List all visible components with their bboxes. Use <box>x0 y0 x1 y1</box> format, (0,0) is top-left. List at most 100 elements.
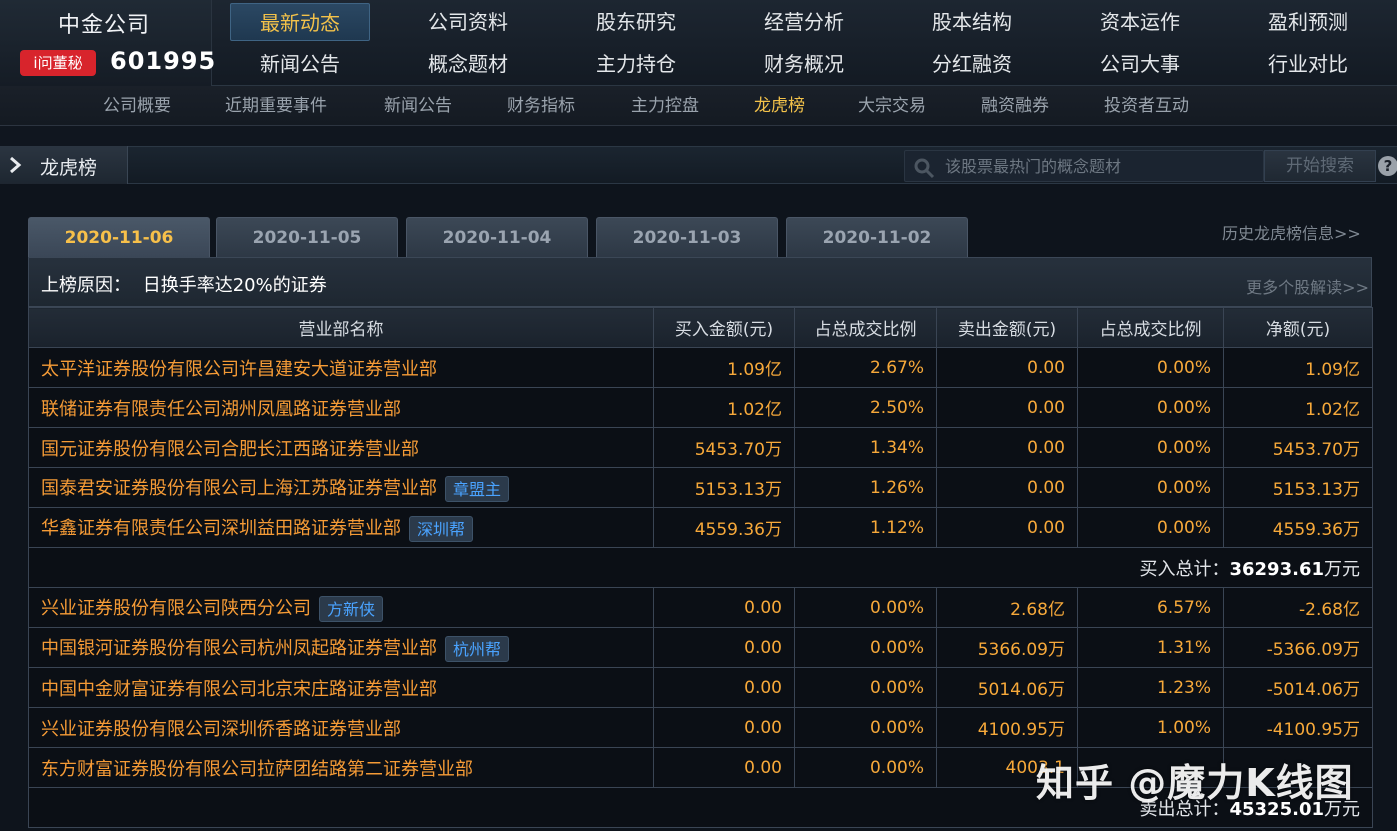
table-row: 华鑫证券有限责任公司深圳益田路证券营业部 深圳帮 4559.36万 1.12% 0… <box>28 507 1373 548</box>
nav-share-structure[interactable]: 股本结构 <box>902 3 1042 41</box>
start-search-button[interactable]: 开始搜索 <box>1264 150 1376 182</box>
sub-nav-main-control[interactable]: 主力控盘 <box>631 86 699 126</box>
nav-latest-news[interactable]: 最新动态 <box>230 3 370 41</box>
branch-name[interactable]: 兴业证券股份有限公司深圳侨香路证券营业部 <box>41 719 401 740</box>
sub-nav: 公司概要 近期重要事件 新闻公告 财务指标 主力控盘 龙虎榜 大宗交易 融资融券… <box>0 86 1397 126</box>
nav-main-holdings[interactable]: 主力持仓 <box>566 45 706 83</box>
nav-industry-compare[interactable]: 行业对比 <box>1238 45 1378 83</box>
col-buy-amount: 买入金额(元) <box>653 307 795 348</box>
nav-profit-forecast[interactable]: 盈利预测 <box>1238 3 1378 41</box>
branch-name-cell[interactable]: 国元证券股份有限公司合肥长江西路证券营业部 <box>28 427 654 468</box>
branch-name-cell[interactable]: 联储证券有限责任公司湖州凤凰路证券营业部 <box>28 387 654 428</box>
sub-nav-dragon-tiger[interactable]: 龙虎榜 <box>754 86 805 126</box>
buy-total-value: 36293.61 <box>1229 558 1324 580</box>
sell-ratio-cell: 0.00% <box>1077 507 1224 548</box>
branch-name[interactable]: 中国中金财富证券有限公司北京宋庄路证券营业部 <box>41 679 437 700</box>
trader-tag[interactable]: 方新侠 <box>319 595 384 622</box>
sell-ratio-cell: 0.00% <box>1077 467 1224 508</box>
buy-total-cell: 买入总计：36293.61万元 <box>28 547 1373 588</box>
section-title: 龙虎榜 <box>40 157 98 179</box>
branch-name-cell[interactable]: 华鑫证券有限责任公司深圳益田路证券营业部 深圳帮 <box>28 507 654 548</box>
section-tab: 龙虎榜 <box>0 146 128 185</box>
nav-company-events[interactable]: 公司大事 <box>1070 45 1210 83</box>
buy-total-row: 买入总计：36293.61万元 <box>28 547 1373 588</box>
net-amount-cell: -5014.06万 <box>1223 667 1373 708</box>
branch-name[interactable]: 兴业证券股份有限公司陕西分公司 <box>41 598 311 619</box>
branch-name[interactable]: 中国银河证券股份有限公司杭州凤起路证券营业部 <box>41 638 437 659</box>
table-row: 兴业证券股份有限公司陕西分公司 方新侠 0.00 0.00% 2.68亿 6.57… <box>28 587 1373 628</box>
sell-ratio-cell: 0.00% <box>1077 387 1224 428</box>
col-buy-ratio: 占总成交比例 <box>794 307 937 348</box>
branch-name[interactable]: 太平洋证券股份有限公司许昌建安大道证券营业部 <box>41 359 437 380</box>
table-row: 中国银河证券股份有限公司杭州凤起路证券营业部 杭州帮 0.00 0.00% 536… <box>28 627 1373 668</box>
branch-name[interactable]: 东方财富证券股份有限公司拉萨团结路第二证券营业部 <box>41 759 473 780</box>
branch-name[interactable]: 国泰君安证券股份有限公司上海江苏路证券营业部 <box>41 478 437 499</box>
net-amount-cell: 5453.70万 <box>1223 427 1373 468</box>
concept-search-input[interactable] <box>945 151 1255 181</box>
nav-dividend-financing[interactable]: 分红融资 <box>902 45 1042 83</box>
branch-name[interactable]: 联储证券有限责任公司湖州凤凰路证券营业部 <box>41 399 401 420</box>
search-box <box>904 150 1264 182</box>
trader-tag[interactable]: 深圳帮 <box>409 515 474 542</box>
branch-name-cell[interactable]: 兴业证券股份有限公司深圳侨香路证券营业部 <box>28 707 654 748</box>
col-branch-name: 营业部名称 <box>28 307 654 348</box>
sub-nav-investor-interaction[interactable]: 投资者互动 <box>1104 86 1189 126</box>
buy-ratio-cell: 0.00% <box>794 587 937 628</box>
trader-tag[interactable]: 杭州帮 <box>445 635 510 662</box>
branch-name-cell[interactable]: 国泰君安证券股份有限公司上海江苏路证券营业部 章盟主 <box>28 467 654 508</box>
nav-operation-analysis[interactable]: 经营分析 <box>734 3 874 41</box>
net-amount-cell: -2.68亿 <box>1223 587 1373 628</box>
table-header-row: 营业部名称 买入金额(元) 占总成交比例 卖出金额(元) 占总成交比例 净额(元… <box>28 307 1373 348</box>
sub-nav-financial-indicators[interactable]: 财务指标 <box>507 86 575 126</box>
help-icon[interactable]: ? <box>1378 156 1397 176</box>
more-stock-analysis-link[interactable]: 更多个股解读>> <box>1246 274 1369 298</box>
buy-amount-cell: 0.00 <box>653 747 795 788</box>
table-row: 中国中金财富证券有限公司北京宋庄路证券营业部 0.00 0.00% 5014.0… <box>28 667 1373 708</box>
branch-name-cell[interactable]: 兴业证券股份有限公司陕西分公司 方新侠 <box>28 587 654 628</box>
buy-ratio-cell: 2.67% <box>794 347 937 388</box>
sell-amount-cell: 2.68亿 <box>936 587 1078 628</box>
main-nav: 最新动态 公司资料 股东研究 经营分析 股本结构 资本运作 盈利预测 新闻公告 … <box>216 0 1397 86</box>
table-row: 兴业证券股份有限公司深圳侨香路证券营业部 0.00 0.00% 4100.95万… <box>28 707 1373 748</box>
sell-amount-cell: 0.00 <box>936 427 1078 468</box>
sub-nav-recent-events[interactable]: 近期重要事件 <box>225 86 327 126</box>
col-sell-ratio: 占总成交比例 <box>1077 307 1224 348</box>
branch-name-cell[interactable]: 中国银河证券股份有限公司杭州凤起路证券营业部 杭州帮 <box>28 627 654 668</box>
history-dragon-tiger-link[interactable]: 历史龙虎榜信息>> <box>1222 220 1361 244</box>
date-tab-2020-11-05[interactable]: 2020-11-05 <box>216 217 398 257</box>
branch-name[interactable]: 国元证券股份有限公司合肥长江西路证券营业部 <box>41 439 419 460</box>
buy-amount-cell: 5153.13万 <box>653 467 795 508</box>
buy-amount-cell: 0.00 <box>653 707 795 748</box>
trader-tag[interactable]: 章盟主 <box>445 475 510 502</box>
sub-nav-margin-trading[interactable]: 融资融券 <box>981 86 1049 126</box>
sell-amount-cell: 0.00 <box>936 507 1078 548</box>
nav-shareholder-research[interactable]: 股东研究 <box>566 3 706 41</box>
section-bar: 龙虎榜 开始搜索 ? <box>0 146 1397 185</box>
sub-nav-company-summary[interactable]: 公司概要 <box>103 86 171 126</box>
buy-ratio-cell: 0.00% <box>794 627 937 668</box>
nav-capital-operation[interactable]: 资本运作 <box>1070 3 1210 41</box>
listing-reason-bar: 上榜原因： 日换手率达20%的证券 更多个股解读>> <box>28 257 1372 307</box>
date-tab-2020-11-03[interactable]: 2020-11-03 <box>596 217 778 257</box>
ask-secretary-badge[interactable]: i问董秘 <box>20 50 96 76</box>
date-tab-2020-11-02[interactable]: 2020-11-02 <box>786 217 968 257</box>
sub-nav-block-trade[interactable]: 大宗交易 <box>858 86 926 126</box>
buy-ratio-cell: 0.00% <box>794 667 937 708</box>
net-amount-cell: 1.02亿 <box>1223 387 1373 428</box>
branch-name-cell[interactable]: 东方财富证券股份有限公司拉萨团结路第二证券营业部 <box>28 747 654 788</box>
nav-news-announcement[interactable]: 新闻公告 <box>230 45 370 83</box>
nav-company-profile[interactable]: 公司资料 <box>398 3 538 41</box>
company-name: 中金公司 <box>58 13 151 38</box>
nav-concept-theme[interactable]: 概念题材 <box>398 45 538 83</box>
branch-name[interactable]: 华鑫证券有限责任公司深圳益田路证券营业部 <box>41 518 401 539</box>
buy-amount-cell: 1.02亿 <box>653 387 795 428</box>
nav-financial-overview[interactable]: 财务概况 <box>734 45 874 83</box>
buy-amount-cell: 4559.36万 <box>653 507 795 548</box>
sub-nav-news[interactable]: 新闻公告 <box>384 86 452 126</box>
net-amount-cell: -4100.95万 <box>1223 707 1373 748</box>
branch-name-cell[interactable]: 太平洋证券股份有限公司许昌建安大道证券营业部 <box>28 347 654 388</box>
date-tab-2020-11-04[interactable]: 2020-11-04 <box>406 217 588 257</box>
sell-amount-cell: 5014.06万 <box>936 667 1078 708</box>
date-tab-2020-11-06[interactable]: 2020-11-06 <box>28 217 210 258</box>
branch-name-cell[interactable]: 中国中金财富证券有限公司北京宋庄路证券营业部 <box>28 667 654 708</box>
